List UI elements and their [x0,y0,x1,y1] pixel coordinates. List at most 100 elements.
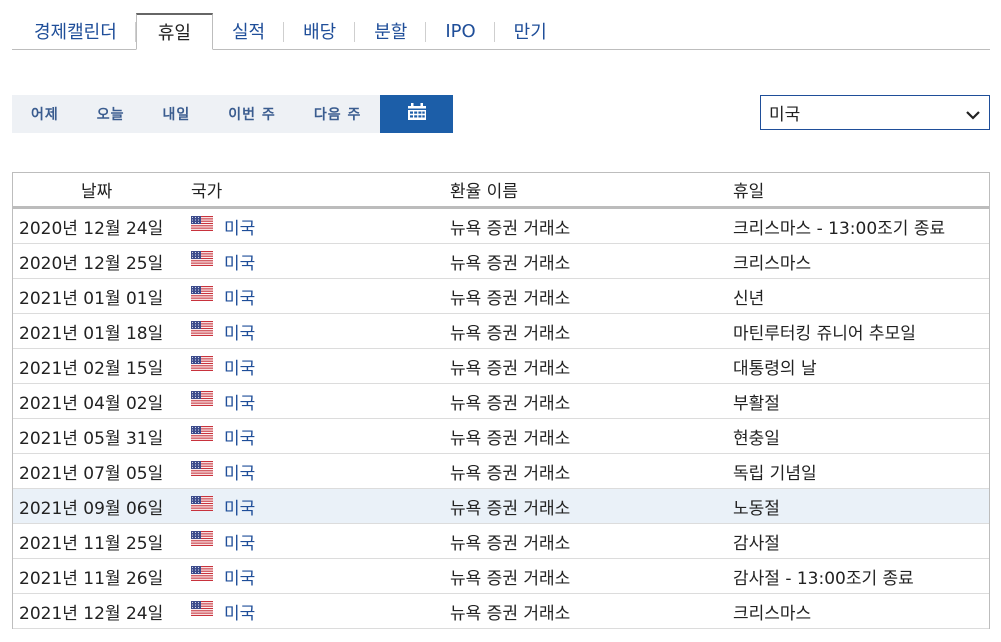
tab-earnings[interactable]: 실적 [213,13,285,49]
cell-date: 2021년 07월 05일 [19,463,164,484]
today-button[interactable]: 오늘 [78,95,144,133]
cell-date: 2021년 09월 06일 [19,498,164,519]
table-row: 2021년 01월 18일 미국 뉴욕 증권 거래소 마틴루터킹 쥬니어 추모일 [13,314,989,349]
tab-holidays[interactable]: 휴일 [135,13,213,50]
cell-date: 2020년 12월 25일 [19,253,164,274]
us-flag-icon [191,531,213,551]
cell-country: 미국 [185,284,447,309]
header-date: 날짜 [81,182,113,202]
us-flag-icon [191,461,213,481]
table-header: 날짜 국가 환율 이름 휴일 [13,173,989,209]
table-row: 2021년 09월 06일 미국 뉴욕 증권 거래소 노동절 [13,489,989,524]
country-link[interactable]: 미국 [224,354,255,379]
cell-date: 2021년 05월 31일 [19,428,164,449]
cell-exchange: 뉴욕 증권 거래소 [450,218,571,239]
tab-economic-calendar[interactable]: 경제캘린더 [12,13,136,49]
us-flag-icon [191,426,213,446]
country-select-value: 미국 [769,105,801,125]
tab-splits[interactable]: 분할 [355,13,427,49]
cell-country: 미국 [185,459,447,484]
cell-country: 미국 [185,319,447,344]
cell-date: 2021년 01월 01일 [19,288,164,309]
cell-holiday: 감사절 - 13:00조기 종료 [733,568,914,589]
header-country: 국가 [191,182,223,202]
cell-holiday: 부활절 [733,393,780,414]
cell-country: 미국 [185,494,447,519]
cell-holiday: 감사절 [733,533,780,554]
tab-dividends[interactable]: 배당 [284,13,356,49]
cell-exchange: 뉴욕 증권 거래소 [450,253,571,274]
cell-exchange: 뉴욕 증권 거래소 [450,288,571,309]
country-select[interactable]: 미국 [760,95,990,130]
yesterday-button[interactable]: 어제 [12,95,78,133]
cell-country: 미국 [185,564,447,589]
cell-exchange: 뉴욕 증권 거래소 [450,533,571,554]
cell-date: 2021년 12월 24일 [19,603,164,624]
cell-country: 미국 [185,214,447,239]
date-range-filter: 어제 오늘 내일 이번 주 다음 주 [12,95,454,133]
country-link[interactable]: 미국 [224,424,255,449]
us-flag-icon [191,496,213,516]
cell-holiday: 대통령의 날 [733,358,817,379]
cell-date: 2020년 12월 24일 [19,218,164,239]
cell-exchange: 뉴욕 증권 거래소 [450,428,571,449]
table-row: 2021년 11월 25일 미국 뉴욕 증권 거래소 감사절 [13,524,989,559]
cell-holiday: 독립 기념일 [733,463,817,484]
table-row: 2021년 01월 01일 미국 뉴욕 증권 거래소 신년 [13,279,989,314]
country-link[interactable]: 미국 [224,564,255,589]
country-link[interactable]: 미국 [224,459,255,484]
country-link[interactable]: 미국 [224,599,255,624]
country-link[interactable]: 미국 [224,529,255,554]
header-exchange: 환율 이름 [450,182,518,202]
cell-country: 미국 [185,354,447,379]
cell-exchange: 뉴욕 증권 거래소 [450,603,571,624]
country-link[interactable]: 미국 [224,319,255,344]
cell-holiday: 크리스마스 [733,603,812,624]
tab-ipo[interactable]: IPO [426,13,496,49]
table-row: 2021년 05월 31일 미국 뉴욕 증권 거래소 현충일 [13,419,989,454]
table-row: 2021년 11월 26일 미국 뉴욕 증권 거래소 감사절 - 13:00조기 종료 [13,559,989,594]
cell-date: 2021년 01월 18일 [19,323,164,344]
country-link[interactable]: 미국 [224,214,255,239]
holiday-table: 날짜 국가 환율 이름 휴일 2020년 12월 24일 미국 뉴욕 증권 거래소 크… [12,172,990,629]
country-link[interactable]: 미국 [224,249,255,274]
calendar-button[interactable] [380,95,454,133]
cell-country: 미국 [185,389,447,414]
country-link[interactable]: 미국 [224,494,255,519]
tomorrow-button[interactable]: 내일 [144,95,210,133]
cell-holiday: 마틴루터킹 쥬니어 추모일 [733,323,916,344]
us-flag-icon [191,601,213,621]
cell-country: 미국 [185,424,447,449]
cell-exchange: 뉴욕 증권 거래소 [450,323,571,344]
cell-date: 2021년 02월 15일 [19,358,164,379]
tab-bar: 경제캘린더 휴일 실적 배당 분할 IPO 만기 [12,13,990,50]
cell-date: 2021년 11월 25일 [19,533,164,554]
cell-exchange: 뉴욕 증권 거래소 [450,498,571,519]
cell-holiday: 신년 [733,288,765,309]
this-week-button[interactable]: 이번 주 [209,95,295,133]
table-row: 2021년 04월 02일 미국 뉴욕 증권 거래소 부활절 [13,384,989,419]
cell-exchange: 뉴욕 증권 거래소 [450,568,571,589]
table-row: 2020년 12월 24일 미국 뉴욕 증권 거래소 크리스마스 - 13:00조기 … [13,209,989,244]
cell-holiday: 크리스마스 - 13:00조기 종료 [733,218,946,239]
cell-date: 2021년 11월 26일 [19,568,164,589]
us-flag-icon [191,286,213,306]
cell-exchange: 뉴욕 증권 거래소 [450,393,571,414]
table-body: 2020년 12월 24일 미국 뉴욕 증권 거래소 크리스마스 - 13:00조기 … [13,209,989,629]
next-week-button[interactable]: 다음 주 [295,95,381,133]
tab-expiration[interactable]: 만기 [495,13,566,49]
cell-exchange: 뉴욕 증권 거래소 [450,463,571,484]
cell-holiday: 노동절 [733,498,780,519]
cell-country: 미국 [185,599,447,624]
country-link[interactable]: 미국 [224,284,255,309]
table-row: 2021년 12월 24일 미국 뉴욕 증권 거래소 크리스마스 [13,594,989,629]
country-link[interactable]: 미국 [224,389,255,414]
cell-holiday: 크리스마스 [733,253,812,274]
us-flag-icon [191,391,213,411]
us-flag-icon [191,216,213,236]
table-row: 2021년 07월 05일 미국 뉴욕 증권 거래소 독립 기념일 [13,454,989,489]
cell-date: 2021년 04월 02일 [19,393,164,414]
cell-country: 미국 [185,529,447,554]
us-flag-icon [191,251,213,271]
calendar-icon [407,103,427,125]
